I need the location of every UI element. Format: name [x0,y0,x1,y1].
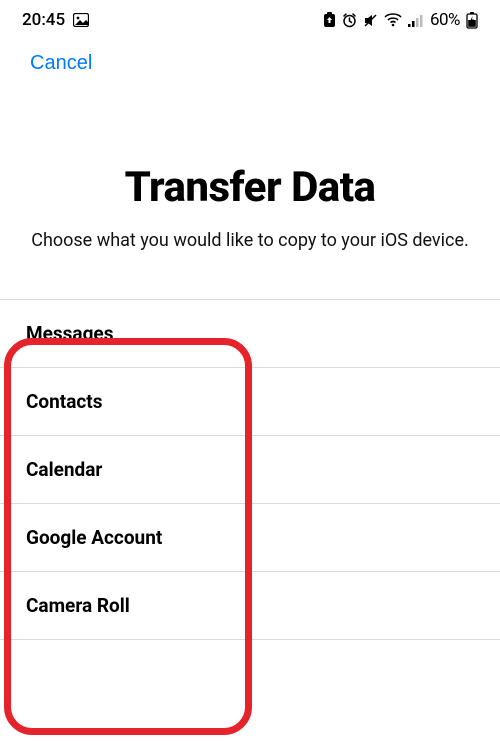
status-time: 20:45 [22,10,65,30]
alarm-icon [342,13,357,28]
picture-icon [73,13,89,27]
status-left: 20:45 [22,10,89,30]
battery-charging-icon [466,12,478,29]
status-bar: 20:45 60% [0,0,500,34]
list-item-google-account[interactable]: Google Account [0,504,500,572]
page-subtitle: Choose what you would like to copy to yo… [0,228,500,253]
wifi-icon [384,13,402,27]
list-item-contacts[interactable]: Contacts [0,368,500,436]
status-right: 60% [323,10,478,30]
list-item-camera-roll[interactable]: Camera Roll [0,572,500,640]
main-content: Transfer Data Choose what you would like… [0,85,500,640]
signal-icon [408,14,424,27]
page-title: Transfer Data [0,163,500,212]
list-item-messages[interactable]: Messages [0,300,500,368]
nav-bar: Cancel [0,34,500,85]
battery-text: 60% [430,10,460,30]
data-type-list: Messages Contacts Calendar Google Accoun… [0,299,500,640]
list-item-calendar[interactable]: Calendar [0,436,500,504]
cancel-button[interactable]: Cancel [30,52,92,75]
mute-icon [363,13,378,28]
update-icon [323,12,336,28]
